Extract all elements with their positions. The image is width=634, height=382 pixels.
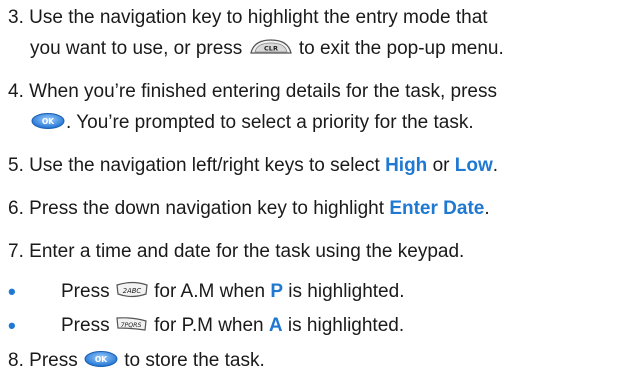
step-6: 6. Press the down navigation key to high… [8,193,634,224]
step-text: . [492,155,499,176]
step-number: 6. [8,198,24,219]
bullet-text: for A.M when [154,281,266,302]
bullet-item-am: • Press 2ABC for A.M when P is highlight… [8,276,634,307]
step-number: 7. [8,241,24,262]
bullet-text: is highlighted. [287,315,405,336]
bullet-text: is highlighted. [288,281,405,302]
step-text: Press the down navigation key to highlig… [29,198,385,219]
highlight-term: A [268,315,283,336]
step-number: 5. [8,155,24,176]
step-text: Press [29,350,78,371]
bullet-icon: • [8,279,16,304]
step-number: 8. [8,350,24,371]
ok-key-icon: OK [83,350,119,368]
ok-key-label: OK [95,355,108,364]
key-7pqrs-label: 7PQRS [120,322,141,329]
step-8: 8. Press OK to store the task. [8,345,634,376]
highlight-term: High [385,155,428,176]
highlight-term: Low [454,155,493,176]
key-7pqrs-icon: 7PQRS [115,315,149,333]
step-text: to exit the pop-up menu. [298,38,504,59]
step-text: When you’re finished entering details fo… [29,81,497,102]
key-2abc-icon: 2ABC [115,281,149,299]
highlight-term: P [270,281,283,302]
step-text: . You’re prompted to select a priority f… [66,112,474,133]
step-text: to store the task. [124,350,265,371]
bullet-icon: • [8,313,16,338]
document-page: 3. Use the navigation key to highlight t… [0,0,634,382]
bullet-text: Press [61,281,110,302]
ok-key-icon: OK [30,112,66,130]
step-text: Use the navigation left/right keys to se… [29,155,380,176]
step-3: 3. Use the navigation key to highlight t… [8,2,634,64]
step-7: 7. Enter a time and date for the task us… [8,236,634,267]
step-text: Use the navigation key to highlight the … [29,7,488,28]
step-text: or [432,155,450,176]
step-5: 5. Use the navigation left/right keys to… [8,150,634,181]
step-text: you want to use, or press [30,38,243,59]
ok-key-label: OK [42,117,55,126]
step-4: 4. When you’re finished entering details… [8,76,634,138]
highlight-term: Enter Date [389,198,485,219]
bullet-text: for P.M when [154,315,264,336]
bullet-item-pm: • Press 7PQRS for P.M when A is highligh… [8,310,634,341]
step-number: 3. [8,7,24,28]
clr-key-label: CLR [264,44,278,52]
step-text: Enter a time and date for the task using… [29,241,465,262]
step-number: 4. [8,81,24,102]
key-2abc-label: 2ABC [123,287,142,295]
step-text: . [484,198,490,219]
bullet-text: Press [61,315,110,336]
clr-key-icon: CLR [248,37,294,57]
